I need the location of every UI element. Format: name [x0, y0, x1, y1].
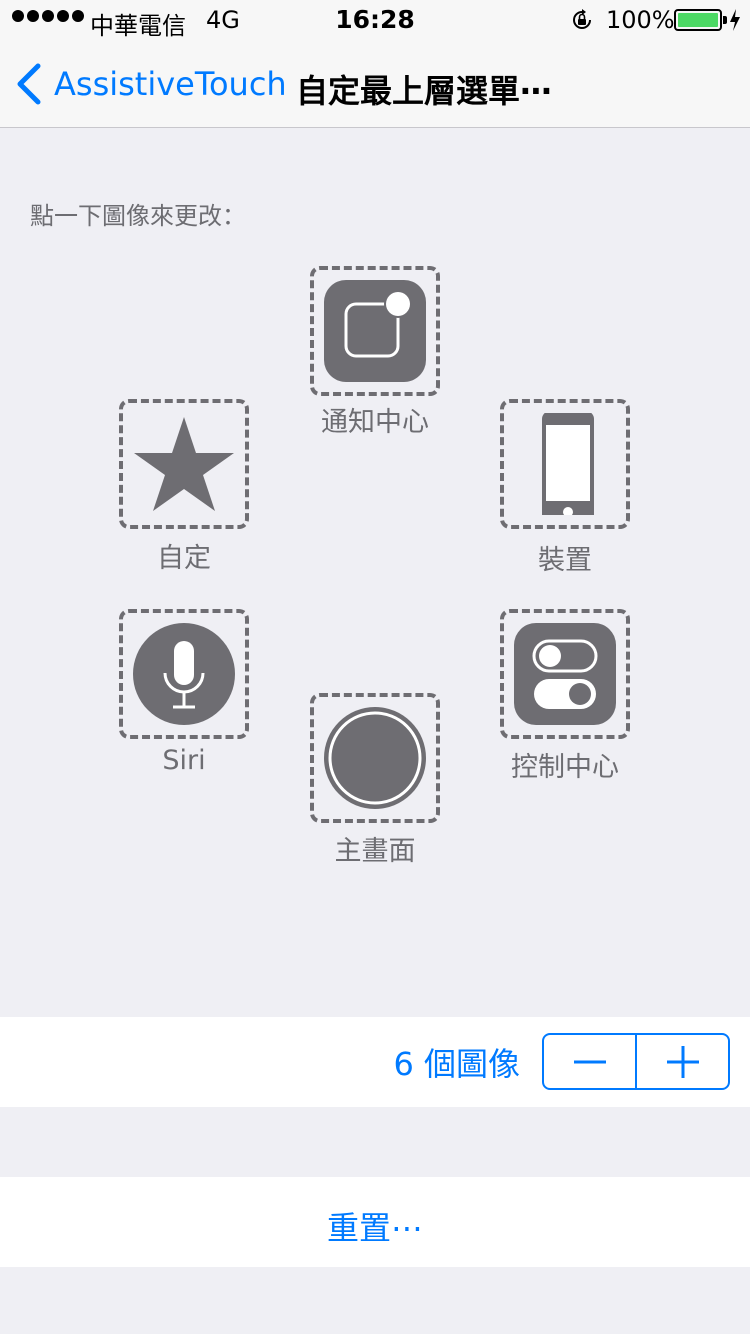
- slot-home[interactable]: [310, 693, 440, 823]
- icon-count-row: 6 個圖像: [0, 1017, 750, 1107]
- control-center-label: 控制中心: [511, 752, 619, 783]
- icon-count-label: 6 個圖像: [393, 1045, 520, 1083]
- custom-label: 自定: [157, 543, 211, 574]
- icon-count-stepper[interactable]: [542, 1033, 730, 1090]
- notification-center-label: 通知中心: [321, 407, 429, 438]
- back-button[interactable]: AssistiveTouch: [14, 62, 287, 106]
- slot-custom[interactable]: [119, 399, 249, 529]
- slot-device[interactable]: [500, 399, 630, 529]
- battery-icon: [674, 9, 722, 31]
- home-button-icon: [324, 707, 426, 809]
- orientation-lock-icon: [573, 9, 591, 29]
- page-title: 自定最上層選單⋯: [296, 72, 553, 110]
- device-label: 裝置: [538, 545, 592, 576]
- microphone-icon: [133, 623, 235, 725]
- decrement-button[interactable]: [544, 1035, 635, 1088]
- chevron-left-icon: [17, 63, 41, 105]
- battery-percentage: 100%: [606, 6, 675, 34]
- instruction-text: 點一下圖像來更改：: [30, 202, 246, 230]
- back-button-label: AssistiveTouch: [54, 65, 287, 103]
- minus-icon: [573, 1060, 606, 1063]
- reset-button[interactable]: 重置⋯: [0, 1177, 750, 1267]
- notification-center-icon: [324, 280, 426, 382]
- battery-nub: [723, 16, 727, 24]
- status-bar: 中華電信 4G 16:28 100%: [0, 0, 750, 40]
- iphone-icon: [542, 413, 594, 515]
- siri-label: Siri: [162, 745, 206, 776]
- slot-siri[interactable]: [119, 609, 249, 739]
- slot-control-center[interactable]: [500, 609, 630, 739]
- star-icon: [134, 417, 234, 511]
- home-label: 主畫面: [334, 836, 416, 867]
- charging-bolt-icon: [730, 9, 740, 31]
- plus-icon: [666, 1045, 699, 1078]
- increment-button[interactable]: [635, 1035, 728, 1088]
- navigation-bar: AssistiveTouch 自定最上層選單⋯: [0, 40, 750, 128]
- toggle-switches-icon: [514, 623, 616, 725]
- reset-label: 重置⋯: [326, 1209, 423, 1247]
- slot-notification-center[interactable]: [310, 266, 440, 396]
